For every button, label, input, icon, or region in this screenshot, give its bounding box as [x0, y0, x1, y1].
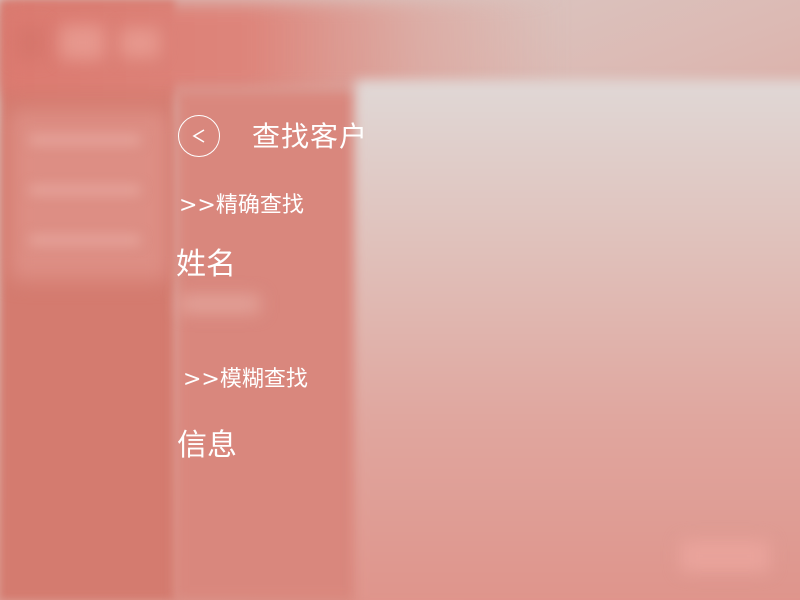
background-content-panel: [355, 80, 800, 600]
background-column: [175, 90, 360, 600]
background-title-blur: [120, 28, 160, 58]
exact-search-link[interactable]: >>精确查找: [179, 192, 304, 220]
info-field-label[interactable]: 信息: [177, 427, 237, 465]
background-menu-item: [30, 185, 140, 195]
app-screen: 查找客户 >>精确查找 姓名 >>模糊查找 信息: [0, 0, 800, 600]
back-button[interactable]: [178, 115, 220, 157]
background-title-blur: [60, 25, 105, 60]
name-field-label[interactable]: 姓名: [176, 246, 236, 284]
background-input-blur: [180, 295, 260, 313]
page-title: 查找客户: [252, 120, 369, 153]
background-menu-item: [30, 235, 140, 245]
background-menu-item: [30, 135, 140, 145]
background-logo-blur: [15, 25, 45, 60]
chevron-left-icon: [192, 129, 205, 143]
background-button-blur: [680, 540, 770, 572]
fuzzy-search-link[interactable]: >>模糊查找: [183, 366, 308, 394]
